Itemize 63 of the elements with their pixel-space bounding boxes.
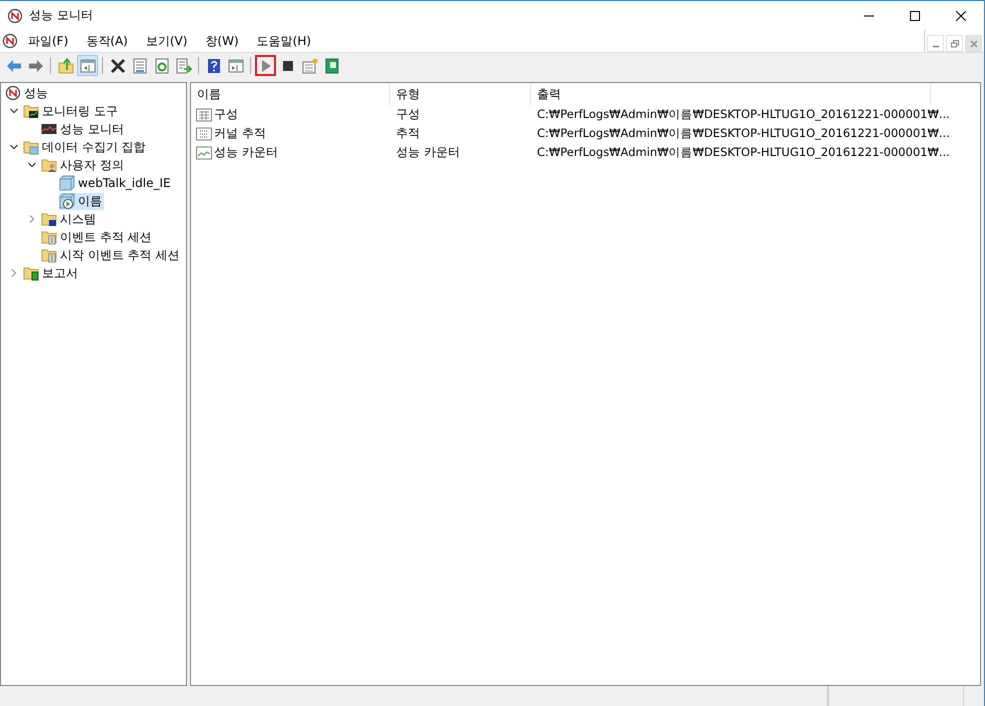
chart-document-icon — [196, 144, 212, 160]
app-icon — [7, 8, 23, 24]
tree-item[interactable]: 이벤트 추적 세션 — [41, 228, 154, 246]
window-title: 성능 모니터 — [29, 7, 93, 24]
tree-item[interactable]: 시작 이벤트 추적 세션 — [41, 246, 182, 264]
menu-item[interactable]: 도움말(H) — [248, 32, 320, 50]
window-icon — [228, 58, 244, 74]
cube-icon — [59, 175, 75, 191]
tree-item[interactable]: 시스템 — [41, 210, 98, 228]
column-header[interactable]: 이름 — [191, 83, 390, 105]
table-cell-text: 추적 — [395, 125, 421, 142]
export-icon — [176, 58, 192, 74]
chevron-icon[interactable] — [9, 106, 19, 116]
refresh-icon — [154, 58, 170, 74]
restore-button[interactable] — [946, 35, 963, 52]
tree-item[interactable]: 이름 — [59, 192, 104, 210]
menu-item[interactable]: 창(W) — [197, 32, 247, 50]
folder-icon — [41, 157, 57, 173]
table-cell-text: C:₩PerfLogs₩Admin₩이름₩DESKTOP-HLTUG1O_20161221-000001₩... — [536, 145, 950, 160]
close-icon — [956, 10, 966, 20]
restore-icon — [950, 40, 958, 48]
maximize-icon — [910, 10, 920, 20]
table-cell-text: C:₩PerfLogs₩Admin₩이름₩DESKTOP-HLTUG1O_20161221-000001₩... — [536, 107, 950, 122]
tree-item[interactable]: 성능 모니터 — [41, 120, 126, 138]
tree-item[interactable]: 보고서 — [23, 264, 80, 282]
close-icon — [970, 40, 978, 48]
table-cell-text: C:₩PerfLogs₩Admin₩이름₩DESKTOP-HLTUG1O_20161221-000001₩... — [536, 126, 950, 141]
list-item[interactable]: 커널 추적 — [191, 125, 390, 142]
cube-play-icon — [59, 193, 75, 209]
menu-item[interactable]: 보기(V) — [138, 32, 196, 50]
folder-icon — [41, 247, 57, 263]
help-icon — [206, 58, 222, 74]
table-cell-text: 구성 — [395, 106, 421, 123]
folder-icon — [23, 139, 39, 155]
binary-document-icon — [196, 126, 212, 142]
table-cell-text: 성능 카운터 — [395, 144, 461, 161]
folder-icon — [23, 103, 39, 119]
tree-item[interactable]: 데이터 수집기 집합 — [23, 138, 148, 156]
tree-item[interactable]: 모니터링 도구 — [23, 102, 120, 120]
minimize-button[interactable] — [927, 35, 944, 52]
pane-icon — [80, 58, 96, 74]
chevron-icon[interactable] — [27, 160, 37, 170]
forward-arrow-icon — [28, 58, 44, 74]
column-header[interactable]: 유형 — [390, 83, 531, 105]
chevron-icon[interactable] — [9, 142, 19, 152]
new-document-icon — [302, 58, 318, 74]
menu-item[interactable]: 동작(A) — [78, 32, 136, 50]
back-arrow-icon — [6, 58, 22, 74]
list-item[interactable]: 구성 — [191, 106, 390, 123]
book-icon — [324, 58, 340, 74]
tree-item[interactable]: 성능 — [5, 84, 50, 102]
delete-icon — [110, 58, 126, 74]
folder-icon — [41, 211, 57, 227]
column-header[interactable]: 출력 — [531, 83, 931, 105]
tree-item[interactable]: 사용자 정의 — [41, 156, 126, 174]
chart-screen-icon — [41, 121, 57, 137]
tree-item[interactable]: webTalk_idle_IE — [59, 175, 173, 191]
folder-icon — [41, 229, 57, 245]
folder-up-icon — [58, 58, 74, 74]
grid-document-icon — [196, 106, 212, 122]
folder-icon — [23, 265, 39, 281]
list-item[interactable]: 성능 카운터 — [191, 144, 390, 161]
menu-item[interactable]: 파일(F) — [20, 32, 76, 50]
